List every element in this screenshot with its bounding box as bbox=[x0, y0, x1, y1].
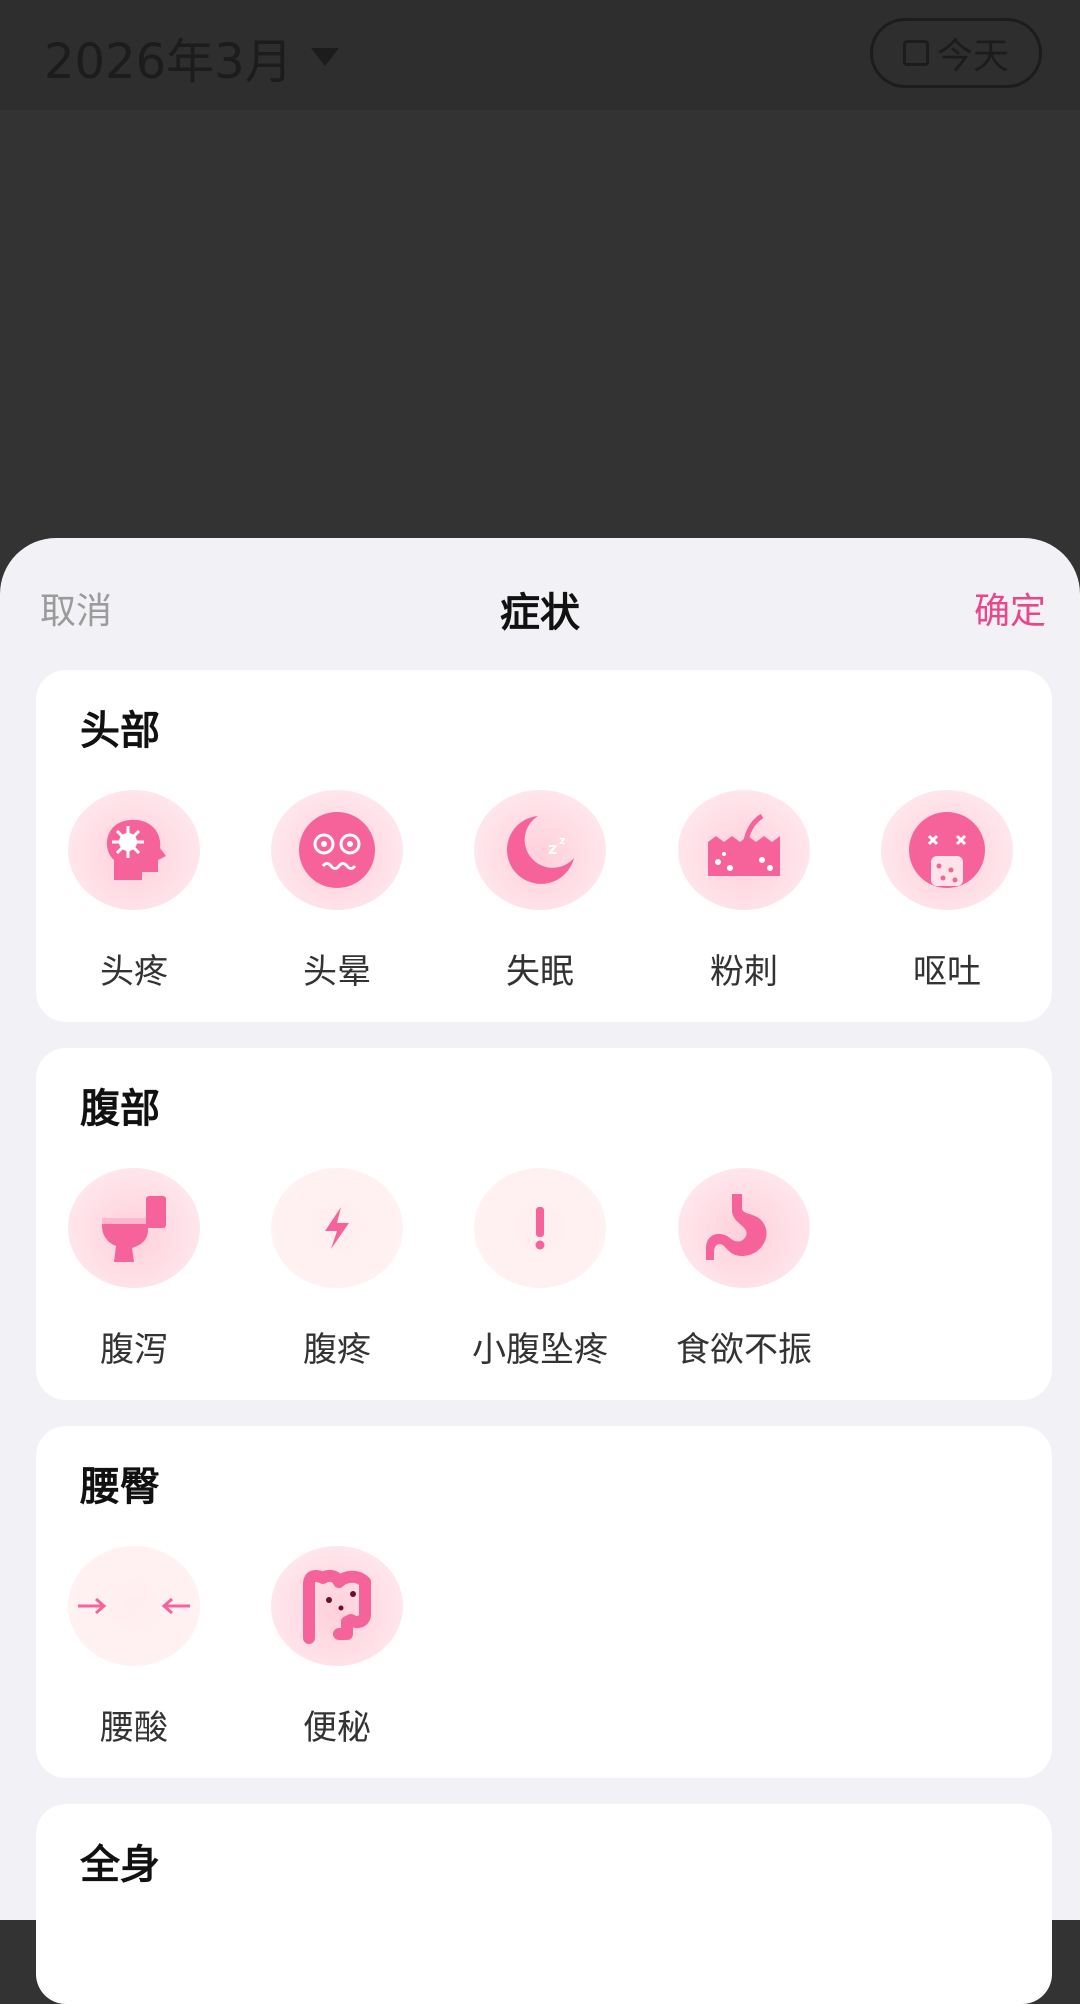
dim-overlay[interactable] bbox=[0, 110, 1080, 540]
symptom-insomnia[interactable]: zz 失眠 bbox=[450, 790, 630, 993]
symptom-label: 腹泻 bbox=[100, 1330, 168, 1370]
acne-icon bbox=[678, 790, 810, 910]
month-label: 2026年3月 bbox=[44, 34, 293, 90]
svg-text:z: z bbox=[559, 834, 565, 847]
calendar-icon bbox=[902, 40, 929, 66]
toilet-icon bbox=[68, 1168, 200, 1288]
top-bar: 2026年3月 今天 bbox=[0, 0, 1080, 110]
section-abdomen: 腹部 腹泻 腹疼 小腹坠疼 食欲不振 bbox=[36, 1048, 1052, 1400]
section-waist: 腰臀 腰酸 便秘 bbox=[36, 1426, 1052, 1778]
confirm-button[interactable]: 确定 bbox=[974, 582, 1046, 634]
symptom-label: 呕吐 bbox=[913, 952, 981, 992]
section-whole-body: 全身 bbox=[36, 1804, 1052, 2004]
symptom-label: 失眠 bbox=[506, 952, 574, 992]
symptom-abdominal-pain[interactable]: 腹疼 bbox=[247, 1168, 427, 1371]
section-title: 全身 bbox=[80, 1842, 160, 1888]
section-title: 腰臀 bbox=[80, 1464, 160, 1510]
symptom-lower-abdominal-pain[interactable]: 小腹坠疼 bbox=[450, 1168, 630, 1371]
sheet-header: 取消 症状 确定 bbox=[0, 538, 1080, 670]
vomit-icon bbox=[881, 790, 1013, 910]
symptom-headache[interactable]: 头疼 bbox=[44, 790, 224, 993]
section-title: 腹部 bbox=[80, 1086, 160, 1132]
symptom-dizzy[interactable]: 头晕 bbox=[247, 790, 427, 993]
symptom-label: 腹疼 bbox=[303, 1330, 371, 1370]
lightning-icon bbox=[271, 1168, 403, 1288]
sheet-title: 症状 bbox=[500, 590, 580, 636]
today-label: 今天 bbox=[936, 36, 1009, 77]
waist-arrows-icon bbox=[68, 1546, 200, 1666]
symptom-label: 腰酸 bbox=[100, 1708, 168, 1748]
svg-text:z: z bbox=[548, 839, 557, 858]
symptom-diarrhea[interactable]: 腹泻 bbox=[44, 1168, 224, 1371]
headache-icon bbox=[68, 790, 200, 910]
symptom-constipation[interactable]: 便秘 bbox=[247, 1546, 427, 1749]
symptom-label: 头晕 bbox=[303, 952, 371, 992]
intestine-icon bbox=[271, 1546, 403, 1666]
symptom-poor-appetite[interactable]: 食欲不振 bbox=[654, 1168, 834, 1371]
symptom-label: 便秘 bbox=[303, 1708, 371, 1748]
section-head: 头部 头疼 头晕 zz 失眠 粉刺 呕吐 bbox=[36, 670, 1052, 1022]
insomnia-icon: zz bbox=[474, 790, 606, 910]
stomach-icon bbox=[678, 1168, 810, 1288]
caret-down-icon bbox=[310, 48, 339, 66]
month-selector[interactable]: 2026年3月 bbox=[44, 22, 339, 92]
symptom-sheet: 取消 症状 确定 头部 头疼 头晕 zz 失眠 粉刺 呕吐 腹部 腹泻 腹疼 小… bbox=[0, 538, 1080, 2004]
today-button[interactable]: 今天 bbox=[870, 18, 1042, 88]
symptom-label: 小腹坠疼 bbox=[472, 1330, 608, 1370]
section-title: 头部 bbox=[80, 708, 160, 754]
exclamation-icon bbox=[474, 1168, 606, 1288]
dizzy-icon bbox=[271, 790, 403, 910]
symptom-label: 头疼 bbox=[100, 952, 168, 992]
symptom-label: 粉刺 bbox=[710, 952, 778, 992]
symptom-label: 食欲不振 bbox=[676, 1330, 812, 1370]
symptom-back-ache[interactable]: 腰酸 bbox=[44, 1546, 224, 1749]
symptom-vomit[interactable]: 呕吐 bbox=[857, 790, 1037, 993]
symptom-acne[interactable]: 粉刺 bbox=[654, 790, 834, 993]
